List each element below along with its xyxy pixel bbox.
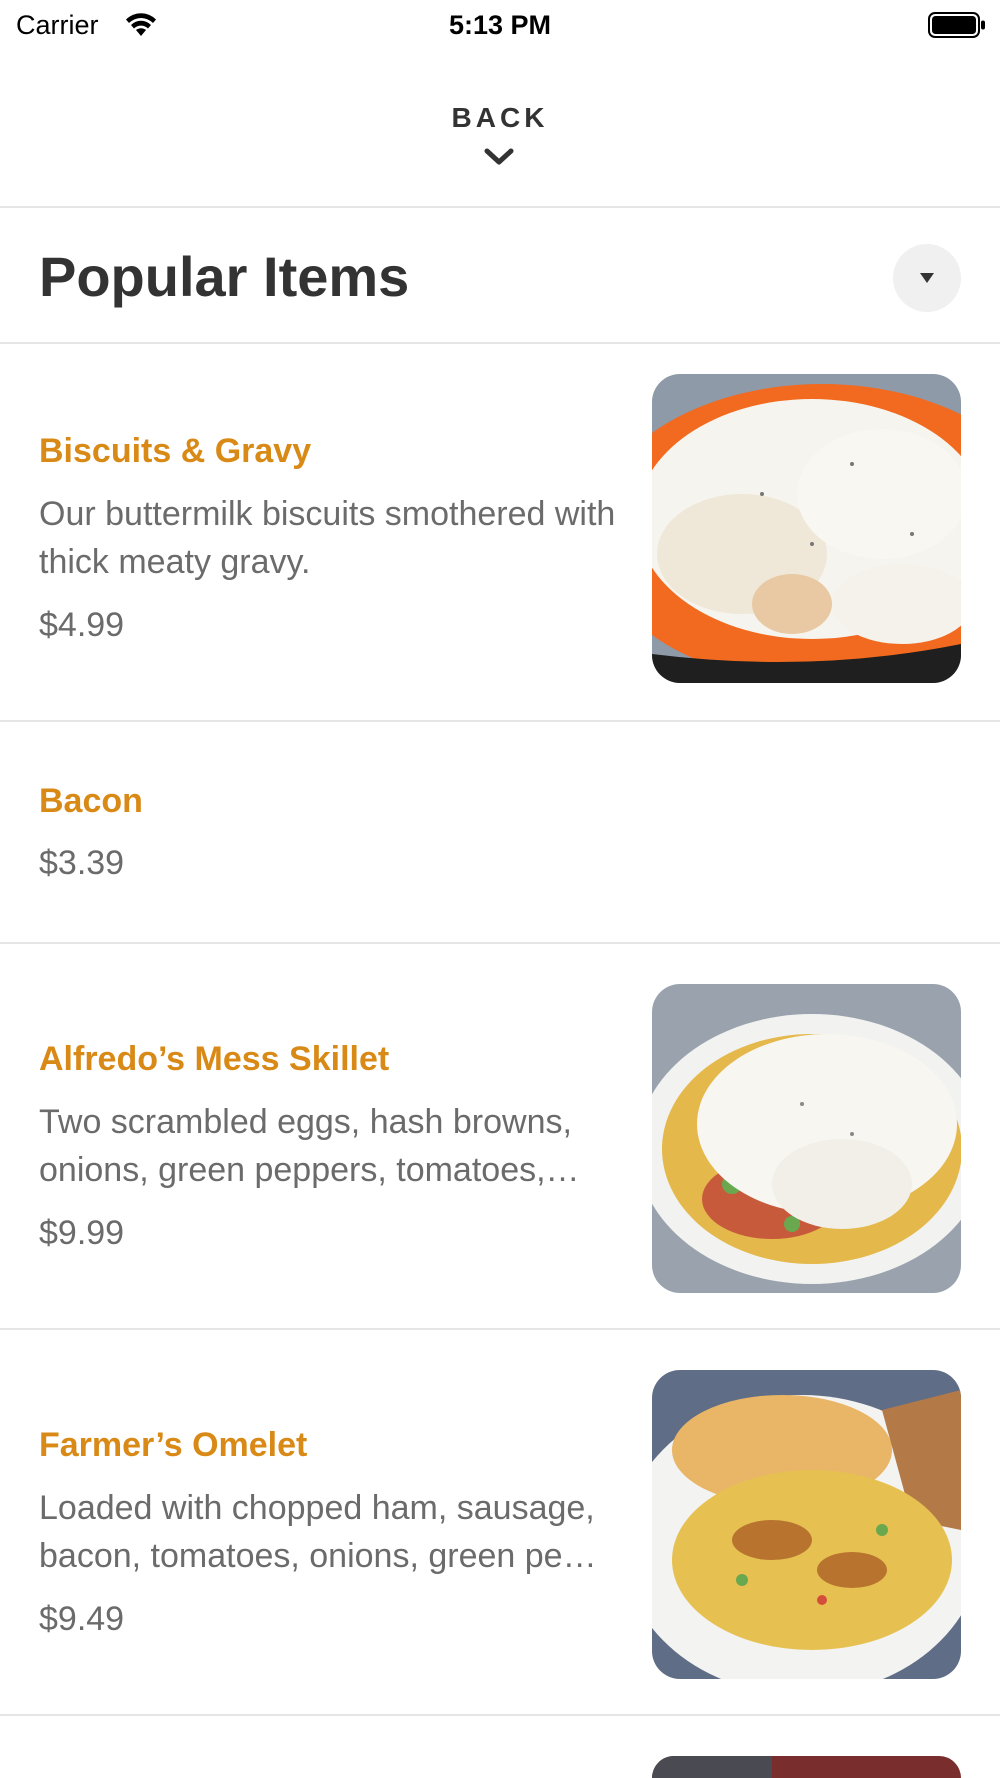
section-title: Popular Items xyxy=(39,245,410,308)
item-photo xyxy=(652,1370,961,1679)
menu-item[interactable]: Bacon $3.39 xyxy=(0,722,1000,944)
item-price: $3.39 xyxy=(39,844,125,882)
back-button-label[interactable]: BACK xyxy=(0,102,1000,134)
item-photo xyxy=(652,984,961,1293)
menu-item[interactable]: Farmer’s Omelet Loaded with chopped ham,… xyxy=(0,1330,1000,1716)
item-name: Biscuits & Gravy xyxy=(39,432,312,470)
menu-item[interactable] xyxy=(0,1716,1000,1778)
item-price: $9.99 xyxy=(39,1214,125,1252)
caret-down-icon xyxy=(920,273,934,283)
item-name: Bacon xyxy=(39,782,143,820)
item-description: Two scrambled eggs, hash browns, onions,… xyxy=(39,1103,580,1189)
item-price: $4.99 xyxy=(39,606,125,644)
section-header: Popular Items xyxy=(0,208,1000,344)
back-header[interactable]: BACK xyxy=(0,50,1000,208)
battery-icon xyxy=(928,12,985,38)
item-photo xyxy=(652,1756,961,1778)
item-description: Loaded with chopped ham, sausage, bacon,… xyxy=(39,1489,597,1575)
item-name: Alfredo’s Mess Skillet xyxy=(39,1040,390,1078)
status-bar: Carrier 5:13 PM xyxy=(0,0,1000,50)
item-photo xyxy=(652,374,961,683)
menu-item[interactable]: Alfredo’s Mess Skillet Two scrambled egg… xyxy=(0,944,1000,1330)
section-collapse-button[interactable] xyxy=(893,244,961,312)
item-price: $9.49 xyxy=(39,1600,125,1638)
item-description: Our buttermilk biscuits smothered with t… xyxy=(39,495,616,581)
menu-item[interactable]: Biscuits & Gravy Our buttermilk biscuits… xyxy=(0,344,1000,722)
status-time: 5:13 PM xyxy=(448,10,552,40)
chevron-down-icon[interactable] xyxy=(483,146,515,168)
item-name: Farmer’s Omelet xyxy=(39,1426,308,1464)
